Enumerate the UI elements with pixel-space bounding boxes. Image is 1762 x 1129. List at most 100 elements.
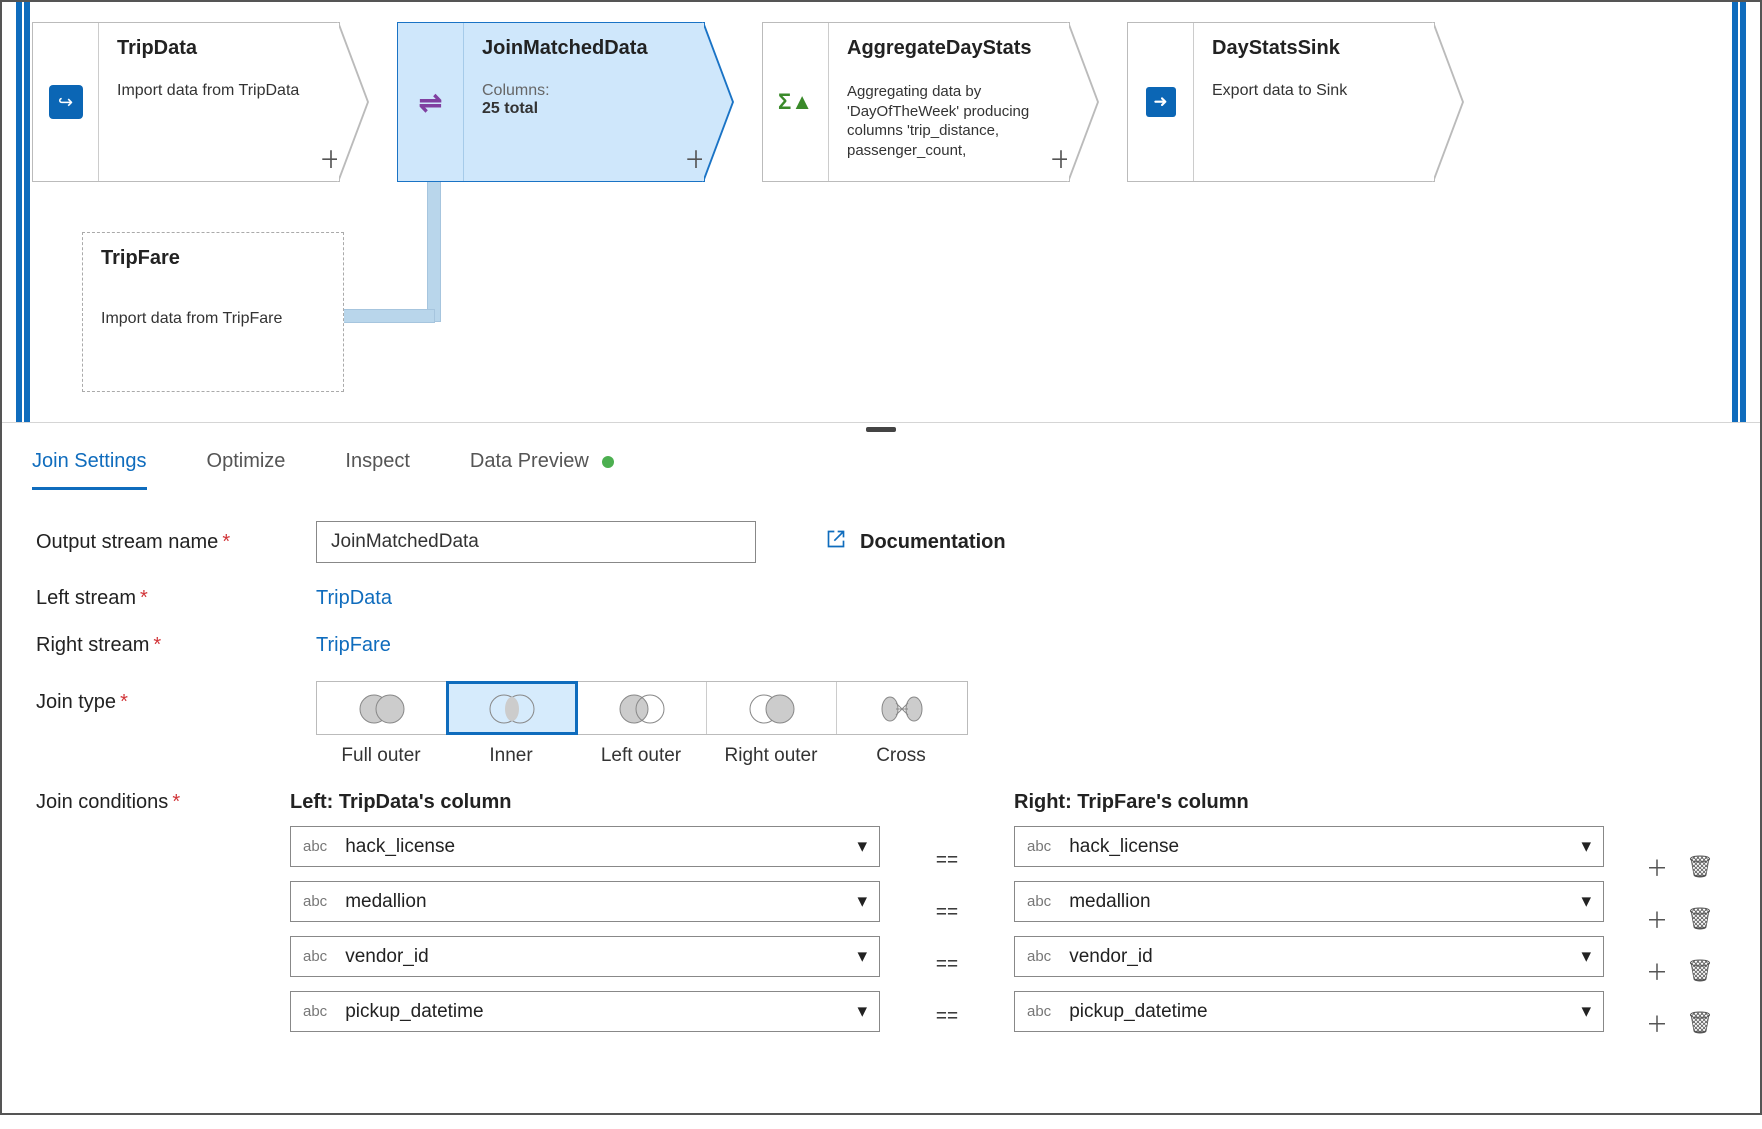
join-icon: ⇌ [398,23,464,181]
column-name: vendor_id [1069,946,1152,968]
canvas-rail-left [16,2,22,422]
node-columns-value: 25 total [482,100,686,118]
left-column-select[interactable]: abc medallion ▾ [290,881,880,922]
tab-inspect[interactable]: Inspect [345,450,409,490]
type-badge: abc [1027,838,1051,855]
condition-operators: ======== [922,791,972,1049]
join-type-inner[interactable] [447,682,577,734]
node-title: AggregateDayStats [847,37,1051,60]
right-column-header: Right: TripFare's column [1014,791,1604,814]
type-badge: abc [303,838,327,855]
add-condition-button[interactable]: ＋ [1646,851,1668,883]
chevron-down-icon: ▾ [857,1000,867,1023]
equals-operator: == [922,841,972,893]
node-title: DayStatsSink [1212,37,1416,60]
panel-divider [2,422,1760,423]
delete-condition-button[interactable]: 🗑 [1686,854,1714,880]
node-desc: Import data from TripData [117,82,321,100]
right-column-select[interactable]: abc medallion ▾ [1014,881,1604,922]
left-stream-label: Left stream* [36,587,316,610]
node-desc: Aggregating data by 'DayOfTheWeek' produ… [847,82,1051,160]
tab-optimize[interactable]: Optimize [207,450,286,490]
node-title: JoinMatchedData [482,37,686,60]
delete-condition-button[interactable]: 🗑 [1686,1010,1714,1036]
column-name: hack_license [1069,836,1179,858]
node-tripdata[interactable]: ↪ TripData Import data from TripData ＋ [32,22,340,182]
node-sink[interactable]: ➜ DayStatsSink Export data to Sink [1127,22,1435,182]
dataflow-canvas[interactable]: ↪ TripData Import data from TripData ＋ ⇌… [2,2,1760,422]
join-type-selector [316,681,968,735]
join-type-labels: Full outer Inner Left outer Right outer … [316,745,968,767]
tab-label: Data Preview [470,450,589,472]
node-chevron-fill [1432,22,1462,182]
aggregate-icon: Σ▲ [763,23,829,181]
source-icon: ↪ [33,23,99,181]
node-aggregate[interactable]: Σ▲ AggregateDayStats Aggregating data by… [762,22,1070,182]
node-join[interactable]: ⇌ JoinMatchedData Columns: 25 total ＋ [397,22,705,182]
node-title: TripFare [101,247,325,270]
node-tripfare[interactable]: TripFare Import data from TripFare [82,232,344,392]
settings-tabs: Join Settings Optimize Inspect Data Prev… [2,432,1760,491]
delete-condition-button[interactable]: 🗑 [1686,958,1714,984]
node-chevron-fill [1067,22,1097,182]
node-chevron-fill [337,22,367,182]
join-conditions-label: Join conditions* [36,791,290,814]
join-type-right-outer[interactable] [707,682,837,734]
right-conditions-column: Right: TripFare's column abc hack_licens… [1014,791,1604,1049]
chevron-down-icon: ▾ [1581,945,1591,968]
join-settings-panel: Output stream name* Documentation Left s… [2,491,1760,1113]
left-column-select[interactable]: abc hack_license ▾ [290,826,880,867]
add-condition-button[interactable]: ＋ [1646,955,1668,987]
join-type-label: Join type* [36,681,316,714]
left-column-header: Left: TripData's column [290,791,880,814]
add-condition-button[interactable]: ＋ [1646,1007,1668,1039]
join-type-full-outer[interactable] [317,682,447,734]
external-link-icon [826,529,846,555]
tab-data-preview[interactable]: Data Preview [470,450,615,490]
type-badge: abc [1027,948,1051,965]
type-badge: abc [1027,1003,1051,1020]
right-column-select[interactable]: abc hack_license ▾ [1014,826,1604,867]
node-title: TripData [117,37,321,60]
left-column-select[interactable]: abc pickup_datetime ▾ [290,991,880,1032]
type-badge: abc [1027,893,1051,910]
chevron-down-icon: ▾ [857,835,867,858]
column-name: medallion [1069,891,1150,913]
right-stream-value[interactable]: TripFare [316,634,391,657]
equals-operator: == [922,945,972,997]
column-name: hack_license [345,836,455,858]
add-condition-button[interactable]: ＋ [1646,903,1668,935]
node-desc: Import data from TripFare [101,310,325,328]
join-type-left-outer[interactable] [577,682,707,734]
chevron-down-icon: ▾ [1581,835,1591,858]
column-name: medallion [345,891,426,913]
canvas-rail-right [1732,2,1738,422]
join-type-cross[interactable] [837,682,967,734]
chevron-down-icon: ▾ [1581,1000,1591,1023]
tab-join-settings[interactable]: Join Settings [32,450,147,490]
node-chevron-fill [702,22,732,182]
left-column-select[interactable]: abc vendor_id ▾ [290,936,880,977]
output-stream-input[interactable] [316,521,756,563]
column-name: pickup_datetime [345,1001,483,1023]
chevron-down-icon: ▾ [1581,890,1591,913]
left-stream-value[interactable]: TripData [316,587,392,610]
canvas-rail-right2 [1740,2,1746,422]
right-stream-label: Right stream* [36,634,316,657]
right-column-select[interactable]: abc pickup_datetime ▾ [1014,991,1604,1032]
chevron-down-icon: ▾ [857,890,867,913]
output-stream-label: Output stream name* [36,531,316,554]
left-conditions-column: Left: TripData's column abc hack_license… [290,791,880,1049]
node-desc: Export data to Sink [1212,82,1416,100]
type-badge: abc [303,1003,327,1020]
sink-icon: ➜ [1128,23,1194,181]
type-badge: abc [303,948,327,965]
canvas-rail-left2 [24,2,30,422]
documentation-link[interactable]: Documentation [826,529,1006,555]
node-columns-label: Columns: [482,82,686,100]
delete-condition-button[interactable]: 🗑 [1686,906,1714,932]
equals-operator: == [922,893,972,945]
right-column-select[interactable]: abc vendor_id ▾ [1014,936,1604,977]
condition-row-actions: ＋ 🗑 ＋ 🗑 ＋ 🗑 ＋ 🗑 [1646,791,1726,1049]
column-name: pickup_datetime [1069,1001,1207,1023]
